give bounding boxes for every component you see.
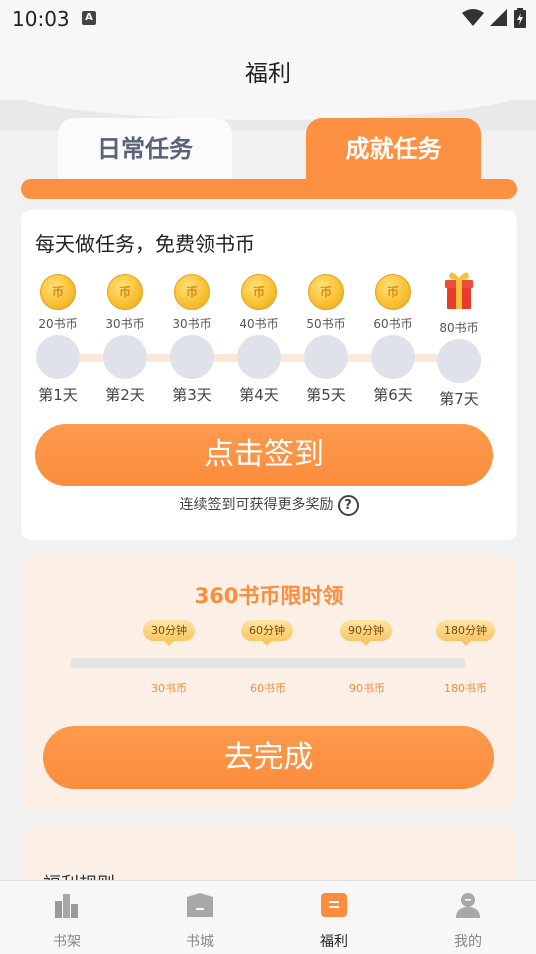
nav-item-welfare[interactable]: 福利 [294,891,374,951]
signin-day[interactable]: 币 40书币 第4天 [229,270,289,405]
tab-daily-tasks[interactable]: 日常任务 [58,118,232,180]
milestone-reward: 30书币 [151,682,187,695]
day-label: 第5天 [306,386,346,404]
wifi-icon [462,9,484,26]
day-status-dot [170,335,214,379]
tab-achievement-tasks[interactable]: 成就任务 [306,118,481,180]
reading-progress-track [71,658,465,668]
day-status-dot [103,335,147,379]
day-label: 第7天 [439,390,479,408]
coin-icon: 币 [107,274,143,310]
nav-label: 我的 [454,934,482,950]
reading-reward-card: 360书币限时领 30分钟 60分钟 90分钟 180分钟 30书币 60书币 … [23,556,515,810]
milestone-time-bubble: 90分钟 [340,620,392,646]
status-bar: 10:03 A [0,0,536,36]
nav-label: 福利 [320,934,348,950]
checkin-button[interactable]: 点击签到 [35,424,493,486]
nav-item-bookshelf[interactable]: 书架 [27,891,107,951]
milestone-time-bubble: 180分钟 [436,620,495,646]
signin-title: 每天做任务，免费领书币 [35,232,255,256]
day-label: 第2天 [105,386,145,404]
coin-icon: 币 [241,274,277,310]
day-reward: 80书币 [439,321,479,335]
status-icons [462,8,526,28]
day-reward: 30书币 [172,317,212,331]
notification-badge-icon: A [82,11,96,25]
signin-day[interactable]: 80书币 第7天 [429,270,489,409]
day-status-dot [371,335,415,379]
status-time: 10:03 [12,7,70,31]
signin-card: 每天做任务，免费领书币 币 20书币 第1天 币 30书币 第2天 币 30书币… [21,210,517,540]
bottom-nav: 书架 书城 福利 我的 [0,880,536,954]
coin-icon: 币 [174,274,210,310]
bookstore-icon [187,893,213,917]
go-complete-button[interactable]: 去完成 [43,726,494,789]
coin-icon: 币 [40,274,76,310]
welfare-icon [321,893,347,917]
milestone-time-bubble: 30分钟 [143,620,195,646]
milestone-reward: 180书币 [444,682,487,695]
day-label: 第4天 [239,386,279,404]
gift-box-icon [445,272,473,309]
page-title: 福利 [245,61,291,87]
signin-day[interactable]: 币 20书币 第1天 [28,270,88,405]
day-reward: 60书币 [373,317,413,331]
signin-hint: 连续签到可获得更多奖励 [179,497,334,513]
nav-item-profile[interactable]: 我的 [428,891,508,951]
signin-day[interactable]: 币 30书币 第2天 [95,270,155,405]
coin-icon: 币 [375,274,411,310]
day-reward: 20书币 [38,317,78,331]
signal-icon [490,9,507,26]
day-status-dot [36,335,80,379]
day-status-dot [237,335,281,379]
milestone-time-bubble: 60分钟 [241,620,293,646]
signin-day[interactable]: 币 50书币 第5天 [296,270,356,405]
bookshelf-icon [55,894,78,918]
day-reward: 50书币 [306,317,346,331]
milestone-reward: 90书币 [349,682,385,695]
reading-reward-title: 360书币限时领 [194,584,344,608]
profile-icon [456,893,480,918]
day-reward: 30书币 [105,317,145,331]
help-icon[interactable]: ? [337,494,359,516]
battery-icon [514,8,526,28]
milestone-reward: 60书币 [250,682,286,695]
day-label: 第1天 [38,386,78,404]
day-status-dot [304,335,348,379]
tab-active-indicator [21,179,517,199]
day-status-dot [437,339,481,383]
nav-label: 书架 [53,934,81,950]
day-label: 第3天 [172,386,212,404]
coin-icon: 币 [308,274,344,310]
day-label: 第6天 [373,386,413,404]
signin-hint-row: 连续签到可获得更多奖励? [21,494,517,516]
nav-label: 书城 [186,934,214,950]
signin-day[interactable]: 币 60书币 第6天 [363,270,423,405]
signin-day[interactable]: 币 30书币 第3天 [162,270,222,405]
day-reward: 40书币 [239,317,279,331]
nav-item-bookstore[interactable]: 书城 [160,891,240,951]
